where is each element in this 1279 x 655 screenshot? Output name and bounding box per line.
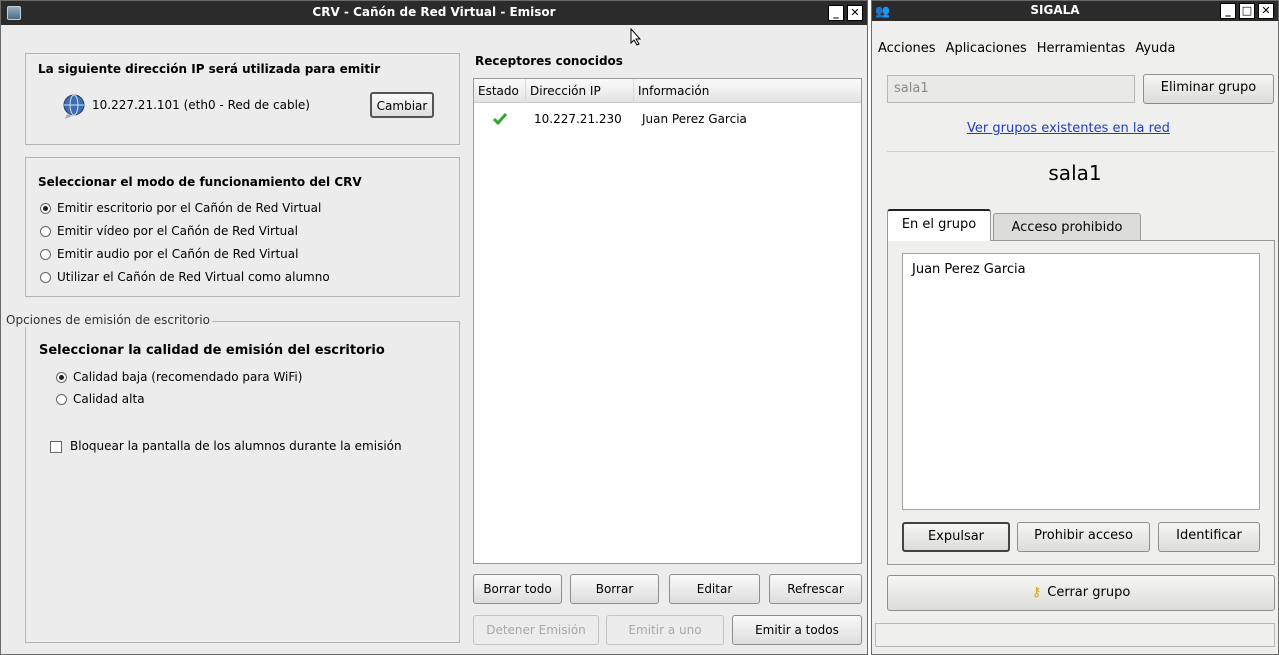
desktop-options-legend: Opciones de emisión de escritorio [4,313,212,327]
emit-one-button[interactable]: Emitir a uno [606,615,724,645]
clear-all-button[interactable]: Borrar todo [473,574,562,604]
receivers-table[interactable]: Estado Dirección IP Información 10.227.2… [473,78,862,564]
receiver-ip: 10.227.21.230 [534,112,622,126]
group-title: sala1 [1048,161,1102,185]
members-list[interactable]: Juan Perez Garcia [902,253,1260,510]
mode-section: Seleccionar el modo de funcionamiento de… [25,157,460,297]
receiver-info: Juan Perez Garcia [642,112,747,126]
crv-window-title: CRV - Cañón de Red Virtual - Emisor [312,5,556,19]
radio-icon[interactable] [40,226,51,237]
mode-option-desktop[interactable]: Emitir escritorio por el Cañón de Red Vi… [40,201,321,215]
ip-section: La siguiente dirección IP será utilizada… [25,53,460,145]
status-bar [875,623,1275,647]
identify-button[interactable]: Identificar [1158,522,1260,552]
refresh-button[interactable]: Refrescar [769,574,862,604]
receivers-heading: Receptores conocidos [475,54,623,68]
stop-emission-button[interactable]: Detener Emisión [473,615,599,645]
crv-titlebar[interactable]: CRV - Cañón de Red Virtual - Emisor _ ✕ [1,1,867,25]
sigala-window-title: SIGALA [1030,3,1080,17]
quality-option-high[interactable]: Calidad alta [56,392,145,406]
tab-access-forbidden[interactable]: Acceso prohibido [993,213,1141,241]
menu-herramientas[interactable]: Herramientas [1037,41,1126,56]
sigala-window: 👥 SIGALA _ □ ✕ Acciones Aplicaciones Her… [871,0,1279,655]
ip-address-text: 10.227.21.101 (eth0 - Red de cable) [92,98,310,112]
crv-app-icon [7,6,21,20]
key-icon: ⚷ [1031,585,1042,600]
delete-button[interactable]: Borrar [570,574,659,604]
group-name-field[interactable]: sala1 [887,75,1135,103]
expel-button[interactable]: Expulsar [902,522,1010,552]
lock-screen-checkbox[interactable]: Bloquear la pantalla de los alumnos dura… [50,439,402,453]
radio-icon[interactable] [56,394,67,405]
column-header-status[interactable]: Estado [474,79,526,103]
quality-option-low[interactable]: Calidad baja (recomendado para WiFi) [56,370,302,384]
mode-option-audio[interactable]: Emitir audio por el Cañón de Red Virtual [40,247,298,261]
menu-aplicaciones[interactable]: Aplicaciones [946,41,1027,56]
close-group-label: Cerrar grupo [1047,585,1131,600]
column-header-ip[interactable]: Dirección IP [526,79,634,103]
emit-all-button[interactable]: Emitir a todos [732,615,862,645]
check-icon [492,113,508,126]
checkbox-icon[interactable] [50,440,62,453]
desktop-options-fieldset: Opciones de emisión de escritorio Selecc… [4,313,460,643]
forbid-access-button[interactable]: Prohibir acceso [1017,522,1150,552]
crv-window: CRV - Cañón de Red Virtual - Emisor _ ✕ … [0,0,868,655]
view-groups-link[interactable]: Ver grupos existentes en la red [967,121,1170,136]
change-ip-button[interactable]: Cambiar [370,92,434,118]
sigala-titlebar[interactable]: 👥 SIGALA _ □ ✕ [872,1,1278,21]
menu-acciones[interactable]: Acciones [878,41,936,56]
quality-heading: Seleccionar la calidad de emisión del es… [39,343,385,358]
mouse-cursor-icon [630,28,642,46]
separator [887,151,1275,152]
ip-section-heading: La siguiente dirección IP será utilizada… [38,62,381,76]
radio-icon[interactable] [40,203,51,214]
column-header-info[interactable]: Información [634,79,862,103]
tab-in-group[interactable]: En el grupo [887,209,991,241]
radio-icon[interactable] [56,372,67,383]
minimize-icon[interactable]: _ [1220,3,1236,19]
mode-section-heading: Seleccionar el modo de funcionamiento de… [38,175,362,189]
radio-icon[interactable] [40,272,51,283]
menu-ayuda[interactable]: Ayuda [1135,41,1175,56]
delete-group-button[interactable]: Eliminar grupo [1143,74,1274,104]
radio-icon[interactable] [40,249,51,260]
mode-option-video[interactable]: Emitir vídeo por el Cañón de Red Virtual [40,224,298,238]
edit-button[interactable]: Editar [669,574,760,604]
sigala-menubar: Acciones Aplicaciones Herramientas Ayuda [872,37,1278,59]
network-globe-icon [63,94,85,119]
close-icon[interactable]: ✕ [1258,3,1274,19]
close-group-button[interactable]: ⚷ Cerrar grupo [887,575,1275,611]
maximize-icon[interactable]: □ [1239,3,1255,19]
mode-option-student[interactable]: Utilizar el Cañón de Red Virtual como al… [40,270,330,284]
table-row[interactable]: 10.227.21.230 Juan Perez Garcia [474,107,861,129]
list-item[interactable]: Juan Perez Garcia [912,262,1026,277]
